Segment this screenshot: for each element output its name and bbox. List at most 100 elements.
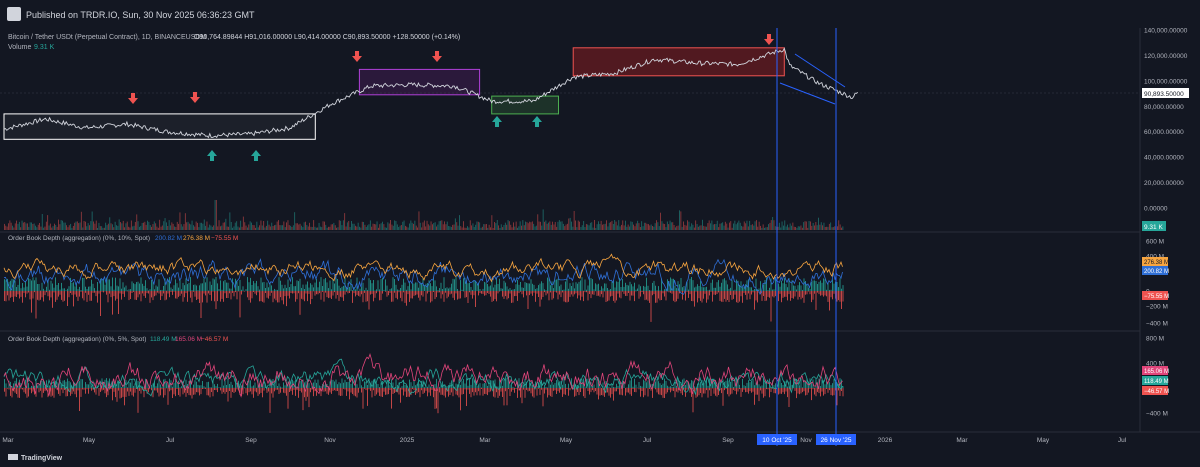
delta-bar-negative — [119, 291, 121, 294]
delta-bar-positive — [833, 379, 835, 388]
volume-bar — [368, 224, 370, 230]
volume-bar — [117, 225, 119, 230]
delta-bar-negative — [115, 291, 116, 301]
delta-bar-negative — [17, 388, 19, 398]
delta-bar-negative — [731, 291, 733, 300]
delta-bar-negative — [224, 291, 226, 294]
delta-bar-positive — [40, 290, 41, 291]
volume-bar — [310, 226, 312, 230]
delta-bar-negative — [20, 388, 22, 390]
delta-bar-positive — [580, 280, 581, 291]
volume-bar — [332, 224, 333, 230]
time-tick-label: May — [560, 437, 573, 444]
delta-bar-positive — [640, 385, 641, 388]
delta-bar-negative — [385, 291, 386, 292]
volume-bar — [315, 227, 317, 230]
delta-bar-positive — [682, 287, 683, 291]
volume-bar — [207, 227, 209, 230]
volume-bar — [742, 226, 744, 230]
delta-bar-positive — [20, 288, 22, 291]
delta-bar-positive — [568, 288, 569, 291]
volume-bar — [421, 227, 423, 230]
delta-bar-negative — [578, 291, 580, 296]
volume-bar — [434, 222, 436, 230]
delta-bar-negative — [448, 291, 449, 297]
delta-bar-positive — [719, 286, 721, 291]
delta-bar-positive — [299, 381, 301, 388]
delta-bar-negative — [113, 388, 115, 392]
delta-bar-positive — [472, 289, 473, 291]
delta-bar-positive — [146, 288, 148, 291]
delta-bar-negative — [85, 388, 86, 394]
volume-bar — [76, 221, 78, 230]
volume-bar — [453, 224, 455, 230]
volume-bar — [661, 221, 663, 230]
delta-bar-positive — [34, 385, 35, 388]
delta-bar-negative — [821, 388, 823, 392]
delta-bar-negative — [817, 291, 818, 293]
volume-bar — [352, 223, 354, 230]
delta-bar-positive — [680, 278, 682, 291]
volume-bar — [648, 224, 649, 230]
delta-bar-negative — [295, 291, 296, 302]
delta-bar-positive — [334, 283, 335, 291]
delta-bar-positive — [109, 279, 110, 291]
volume-bar — [683, 221, 684, 230]
delta-bar-positive — [527, 283, 529, 291]
delta-bar-positive — [412, 386, 413, 388]
delta-bar-negative — [227, 291, 229, 298]
delta-bar-negative — [140, 388, 142, 394]
delta-bar-positive — [775, 383, 776, 388]
delta-bar-negative — [313, 388, 314, 397]
volume-bar — [276, 221, 278, 230]
volume-bar — [35, 225, 36, 230]
tradingview-brand[interactable]: TradingView — [21, 455, 63, 462]
time-axis[interactable]: Mar May Jul Sep Nov 2025 Mar May Jul Sep Nov 2026 Ma… — [2, 437, 1126, 444]
delta-bar-negative — [770, 388, 772, 392]
delta-bar-positive — [251, 285, 253, 291]
ob10-tick-label: 600 M — [1146, 239, 1164, 246]
delta-bar-positive — [131, 378, 133, 388]
delta-bar-positive — [497, 284, 499, 291]
delta-bar-negative — [517, 388, 518, 398]
volume-bar — [359, 226, 360, 230]
delta-bar-negative — [671, 388, 673, 391]
chart-canvas[interactable]: Published on TRDR.IO, Sun, 30 Nov 2025 0… — [0, 0, 1200, 467]
delta-bar-negative — [374, 291, 376, 298]
delta-bar-negative — [647, 388, 649, 397]
delta-bar-positive — [217, 283, 218, 291]
volume-bar — [494, 222, 495, 230]
range-box-1[interactable] — [3, 113, 316, 140]
delta-bar-negative — [142, 291, 143, 294]
delta-bar-negative — [311, 291, 313, 299]
delta-bar-positive — [398, 289, 400, 291]
delta-bar-negative — [743, 291, 745, 293]
volume-bar — [275, 224, 277, 230]
delta-bar-negative — [670, 291, 671, 293]
volume-bar — [155, 223, 157, 230]
delta-bar-negative — [298, 388, 299, 398]
delta-bar-positive — [206, 277, 208, 291]
delta-bar-negative — [451, 388, 452, 393]
delta-bar-positive — [124, 287, 125, 291]
delta-bar-positive — [115, 385, 116, 388]
volume-bar — [754, 221, 756, 230]
delta-bar-positive — [197, 384, 199, 388]
delta-bar-negative — [305, 291, 307, 294]
delta-bar-negative — [806, 291, 808, 295]
delta-bar-negative — [122, 388, 124, 397]
delta-bar-positive — [460, 280, 461, 291]
range-box-3[interactable] — [491, 95, 560, 115]
delta-bar-positive — [752, 379, 754, 388]
range-box-4[interactable] — [572, 47, 785, 77]
range-box-2[interactable] — [358, 68, 481, 96]
delta-bar-positive — [362, 282, 364, 291]
delta-bar-positive — [319, 385, 320, 388]
volume-bar — [778, 222, 780, 230]
delta-bar-positive — [557, 278, 559, 291]
delta-bar-negative — [770, 291, 772, 322]
volume-bar — [259, 225, 260, 230]
delta-bar-positive — [370, 280, 371, 291]
delta-bar-positive — [808, 287, 809, 291]
time-tick-label: Jul — [643, 437, 652, 444]
